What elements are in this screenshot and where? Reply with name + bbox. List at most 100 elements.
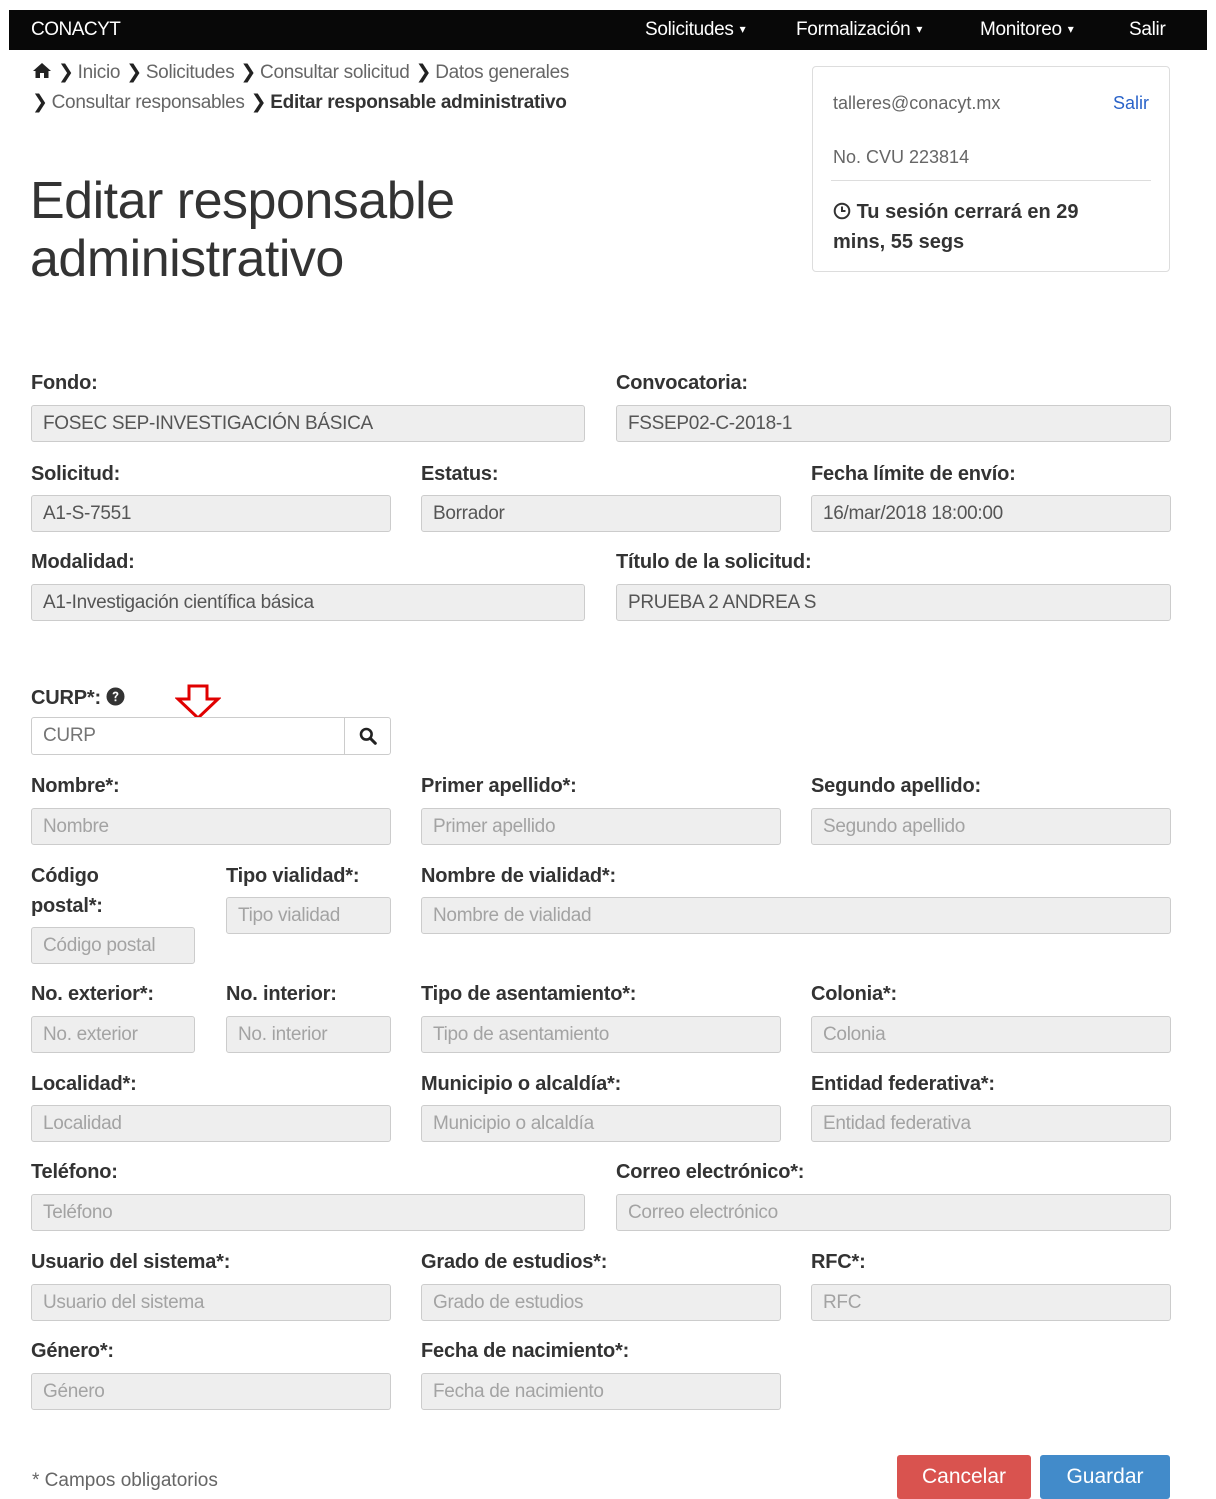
estatus-field: Borrador	[421, 495, 781, 532]
nav-formalizacion[interactable]: Formalización ▾	[796, 19, 922, 41]
fondo-label: Fondo:	[31, 372, 98, 394]
session-timer-line-2: mins, 55 segs	[833, 231, 965, 253]
localidad-field[interactable]: Localidad	[31, 1105, 391, 1142]
telefono-label: Teléfono:	[31, 1161, 118, 1183]
page-title: Editar responsable administrativo	[30, 172, 455, 288]
breadcrumb-consultar-responsables[interactable]: Consultar responsables	[52, 92, 245, 113]
breadcrumb-line-2: ❯ Consultar responsables ❯ Editar responsab…	[32, 91, 567, 114]
codigo-postal-label-line-2: postal*:	[31, 895, 103, 917]
nombre-vialidad-field[interactable]: Nombre de vialidad	[421, 897, 1171, 934]
grado-field[interactable]: Grado de estudios	[421, 1284, 781, 1321]
usuario-field[interactable]: Usuario del sistema	[31, 1284, 391, 1321]
no-exterior-label: No. exterior*:	[31, 983, 154, 1005]
primer-apellido-field[interactable]: Primer apellido	[421, 808, 781, 845]
nav-salir[interactable]: Salir	[1129, 19, 1166, 41]
user-session-panel: talleres@conacyt.mx Salir No. CVU 223814…	[812, 66, 1170, 272]
search-button[interactable]	[344, 717, 391, 755]
no-interior-label: No. interior:	[226, 983, 337, 1005]
municipio-label: Municipio o alcaldía*:	[421, 1073, 622, 1095]
chevron-right-icon: ❯	[415, 62, 432, 83]
rfc-label: RFC*:	[811, 1251, 866, 1273]
solicitud-label: Solicitud:	[31, 463, 121, 485]
caret-down-icon: ▾	[1067, 22, 1074, 36]
user-email: talleres@conacyt.mx	[833, 93, 1001, 113]
nombre-label: Nombre*:	[31, 775, 120, 797]
nombre-field[interactable]: Nombre	[31, 808, 391, 845]
telefono-field[interactable]: Teléfono	[31, 1194, 585, 1231]
cvu-number: No. CVU 223814	[833, 147, 970, 167]
estatus-label: Estatus:	[421, 463, 499, 485]
session-timer: Tu sesión cerrará en 29 mins, 55 segs	[833, 197, 1153, 257]
breadcrumb: ❯ Inicio ❯ Solicitudes ❯ Consultar solicitud ❯…	[32, 61, 569, 84]
colonia-label: Colonia*:	[811, 983, 897, 1005]
tipo-vialidad-label: Tipo vialidad*:	[226, 865, 360, 887]
page-title-line-1: Editar responsable	[30, 172, 455, 230]
cancel-button[interactable]: Cancelar	[897, 1455, 1031, 1499]
municipio-field[interactable]: Municipio o alcaldía	[421, 1105, 781, 1142]
chevron-right-icon: ❯	[126, 62, 142, 83]
genero-field[interactable]: Género	[31, 1373, 391, 1410]
correo-field[interactable]: Correo electrónico	[616, 1194, 1171, 1231]
brand-logo[interactable]: CONACYT	[31, 19, 121, 41]
logout-link[interactable]: Salir	[1113, 93, 1149, 114]
solicitud-field: A1-S-7551	[31, 495, 391, 532]
tipo-asentamiento-field[interactable]: Tipo de asentamiento	[421, 1016, 781, 1053]
search-icon	[359, 727, 377, 745]
codigo-postal-label: Código postal*:	[31, 861, 103, 921]
breadcrumb-current: Editar responsable administrativo	[270, 92, 567, 113]
tipo-asentamiento-label: Tipo de asentamiento*:	[421, 983, 637, 1005]
breadcrumb-datos-generales[interactable]: Datos generales	[435, 62, 569, 83]
primer-apellido-label: Primer apellido*:	[421, 775, 577, 797]
nav-solicitudes-label: Solicitudes	[645, 19, 734, 40]
chevron-right-icon: ❯	[240, 62, 257, 83]
fecha-limite-label: Fecha límite de envío:	[811, 463, 1016, 485]
clock-icon	[833, 201, 851, 223]
nav-formalizacion-label: Formalización	[796, 19, 911, 40]
fondo-field: FOSEC SEP-INVESTIGACIÓN BÁSICA	[31, 405, 585, 442]
nombre-vialidad-label: Nombre de vialidad*:	[421, 865, 616, 887]
codigo-postal-field[interactable]: Código postal	[31, 927, 195, 964]
tipo-vialidad-field[interactable]: Tipo vialidad	[226, 897, 391, 934]
convocatoria-label: Convocatoria:	[616, 372, 748, 394]
fecha-nacimiento-label: Fecha de nacimiento*:	[421, 1340, 630, 1362]
fecha-limite-field: 16/mar/2018 18:00:00	[811, 495, 1171, 532]
entidad-federativa-label: Entidad federativa*:	[811, 1073, 995, 1095]
colonia-field[interactable]: Colonia	[811, 1016, 1171, 1053]
curp-label-text: CURP*:	[31, 687, 101, 709]
breadcrumb-solicitudes[interactable]: Solicitudes	[146, 62, 235, 83]
titulo-field: PRUEBA 2 ANDREA S	[616, 584, 1171, 621]
divider	[831, 180, 1151, 181]
modalidad-label: Modalidad:	[31, 551, 135, 573]
curp-input[interactable]	[31, 717, 345, 755]
rfc-field[interactable]: RFC	[811, 1284, 1171, 1321]
nav-monitoreo-label: Monitoreo	[980, 19, 1062, 40]
titulo-label: Título de la solicitud:	[616, 551, 812, 573]
no-exterior-field[interactable]: No. exterior	[31, 1016, 195, 1053]
breadcrumb-consultar-solicitud[interactable]: Consultar solicitud	[260, 62, 410, 83]
nav-monitoreo[interactable]: Monitoreo ▾	[980, 19, 1074, 41]
fecha-nacimiento-field[interactable]: Fecha de nacimiento	[421, 1373, 781, 1410]
breadcrumb-inicio[interactable]: Inicio	[78, 62, 121, 83]
entidad-federativa-field[interactable]: Entidad federativa	[811, 1105, 1171, 1142]
segundo-apellido-field[interactable]: Segundo apellido	[811, 808, 1171, 845]
question-circle-icon[interactable]	[106, 687, 125, 709]
session-timer-line-1: Tu sesión cerrará en 29	[856, 201, 1079, 223]
caret-down-icon: ▾	[916, 22, 923, 36]
localidad-label: Localidad*:	[31, 1073, 137, 1095]
curp-label: CURP*:	[31, 683, 125, 713]
no-interior-field[interactable]: No. interior	[226, 1016, 391, 1053]
home-icon[interactable]	[32, 62, 52, 83]
chevron-right-icon: ❯	[32, 92, 48, 113]
usuario-label: Usuario del sistema*:	[31, 1251, 231, 1273]
chevron-right-icon: ❯	[250, 92, 267, 113]
correo-label: Correo electrónico*:	[616, 1161, 805, 1183]
save-button[interactable]: Guardar	[1040, 1455, 1170, 1499]
convocatoria-field: FSSEP02-C-2018-1	[616, 405, 1171, 442]
codigo-postal-label-line-1: Código	[31, 865, 99, 887]
segundo-apellido-label: Segundo apellido:	[811, 775, 981, 797]
down-arrow-icon	[175, 684, 221, 720]
page-title-line-2: administrativo	[30, 230, 344, 288]
modalidad-field: A1-Investigación científica básica	[31, 584, 585, 621]
genero-label: Género*:	[31, 1340, 114, 1362]
nav-solicitudes[interactable]: Solicitudes ▾	[645, 19, 746, 41]
